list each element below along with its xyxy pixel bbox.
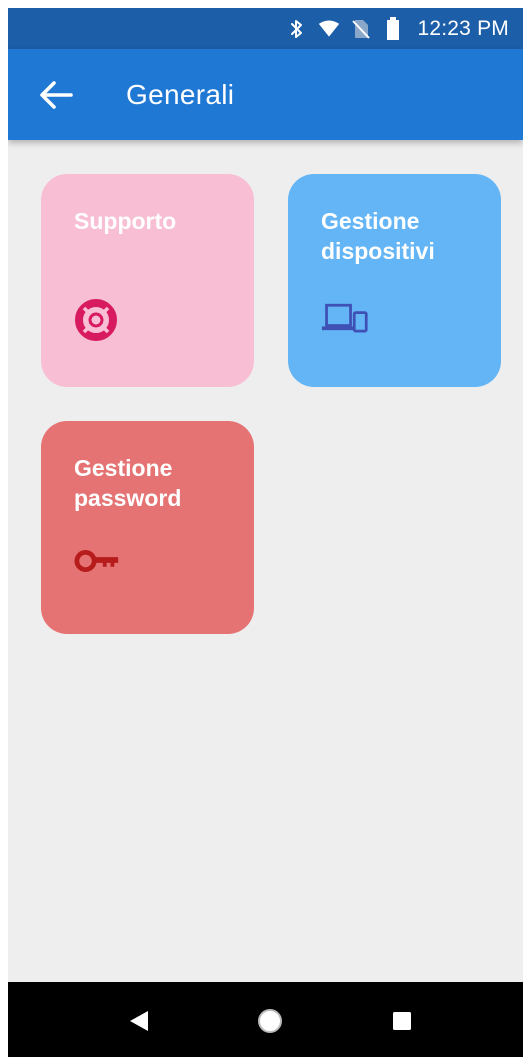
tile-gestione-password[interactable]: Gestione password (41, 421, 254, 634)
status-time: 12:23 PM (417, 16, 509, 40)
home-circle-icon (258, 1009, 282, 1033)
navigation-bar (8, 982, 523, 1057)
app-bar: Generali (8, 49, 523, 140)
recents-square-icon (393, 1012, 411, 1030)
tile-label: Gestione password (74, 455, 182, 511)
nav-back-button[interactable] (124, 1006, 154, 1036)
no-sim-icon (350, 18, 372, 40)
nav-home-button[interactable] (255, 1006, 285, 1036)
page-title: Generali (126, 78, 235, 110)
devices-icon (321, 300, 369, 340)
nav-recents-button[interactable] (387, 1006, 417, 1036)
screen: 12:23 PM Generali Supporto Gestione disp… (8, 8, 523, 1057)
battery-icon (382, 16, 404, 40)
tile-gestione-dispositivi[interactable]: Gestione dispositivi (288, 174, 501, 387)
arrow-left-icon (40, 80, 73, 109)
status-bar: 12:23 PM (8, 8, 523, 49)
key-icon (74, 541, 122, 581)
tile-label: Supporto (74, 208, 177, 234)
back-button[interactable] (26, 65, 86, 125)
wifi-icon (318, 18, 340, 40)
tile-supporto[interactable]: Supporto (41, 174, 254, 387)
bluetooth-icon (286, 18, 308, 40)
tile-label: Gestione dispositivi (321, 208, 435, 264)
lifebuoy-icon (74, 299, 122, 341)
back-triangle-icon (130, 1011, 148, 1031)
